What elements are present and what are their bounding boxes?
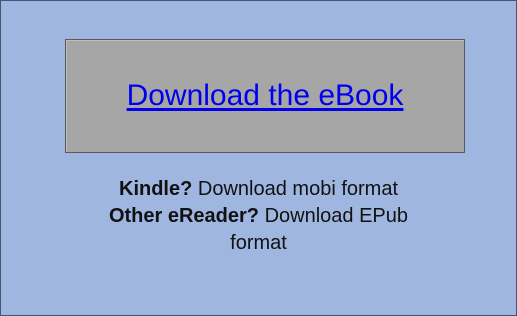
format-instructions: Kindle? Download mobi format Other eRead… xyxy=(0,176,517,257)
download-ebook-link[interactable]: Download the eBook xyxy=(127,79,404,113)
ebook-download-panel: Download the eBook xyxy=(0,0,517,316)
other-ereader-text: Download EPub xyxy=(264,205,409,227)
other-ereader-label: Other eReader? xyxy=(108,205,260,227)
other-ereader-line: Other eReader? Download EPub xyxy=(0,203,517,230)
kindle-line: Kindle? Download mobi format xyxy=(0,176,517,203)
kindle-label: Kindle? xyxy=(119,178,193,200)
download-box: Download the eBook xyxy=(65,39,465,153)
other-ereader-line-2: format xyxy=(230,232,287,254)
kindle-text: Download mobi format xyxy=(197,178,398,200)
